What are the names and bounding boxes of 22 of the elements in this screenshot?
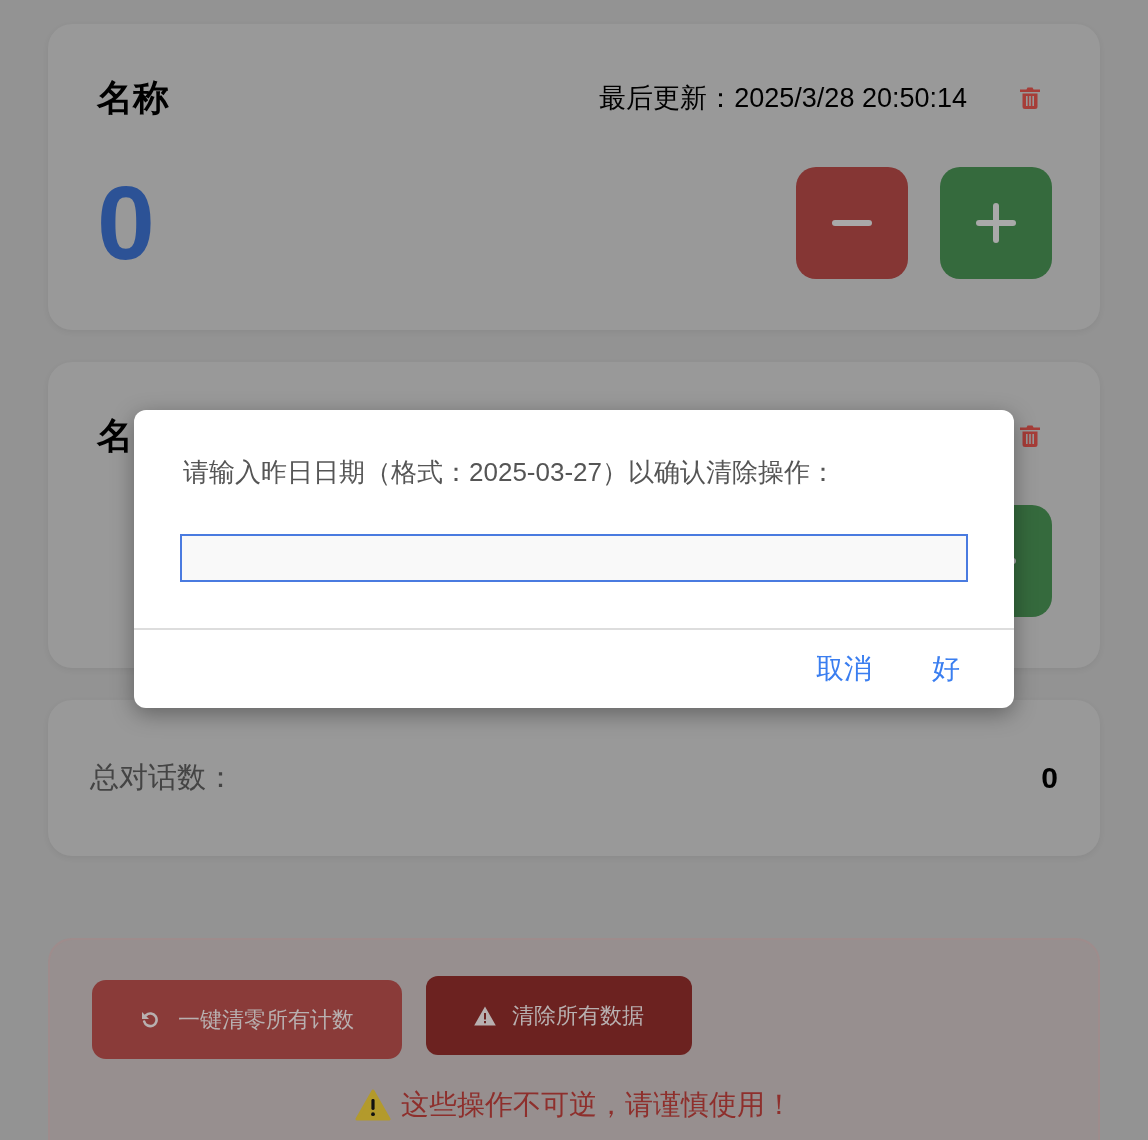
warning-text: 这些操作不可逆，请谨慎使用！ (401, 1088, 793, 1122)
plus-icon (976, 203, 1016, 243)
clear-data-button[interactable]: 清除所有数据 (426, 976, 692, 1055)
minus-icon (832, 220, 872, 226)
ok-button[interactable]: 好 (932, 650, 960, 688)
cancel-button[interactable]: 取消 (816, 650, 872, 688)
plus-button[interactable] (940, 167, 1052, 279)
date-input-field[interactable] (180, 534, 968, 582)
summary-label: 总对话数： (90, 760, 235, 795)
counter-name: 名 (97, 414, 133, 458)
counter-value: 0 (97, 171, 155, 275)
trash-icon[interactable] (1020, 425, 1040, 447)
warning-icon (474, 1005, 496, 1026)
trash-icon[interactable] (1020, 87, 1040, 109)
undo-icon (140, 1009, 160, 1030)
summary-value: 0 (1041, 761, 1058, 795)
last-updated-text: 最后更新：2025/3/28 20:50:14 (599, 82, 967, 115)
counter-name: 名称 (97, 76, 169, 120)
warning-sign-icon (355, 1089, 391, 1121)
reset-counts-button[interactable]: 一键清零所有计数 (92, 980, 402, 1059)
dialog-message: 请输入昨日日期（格式：2025-03-27）以确认清除操作： (182, 456, 837, 489)
minus-button[interactable] (796, 167, 908, 279)
